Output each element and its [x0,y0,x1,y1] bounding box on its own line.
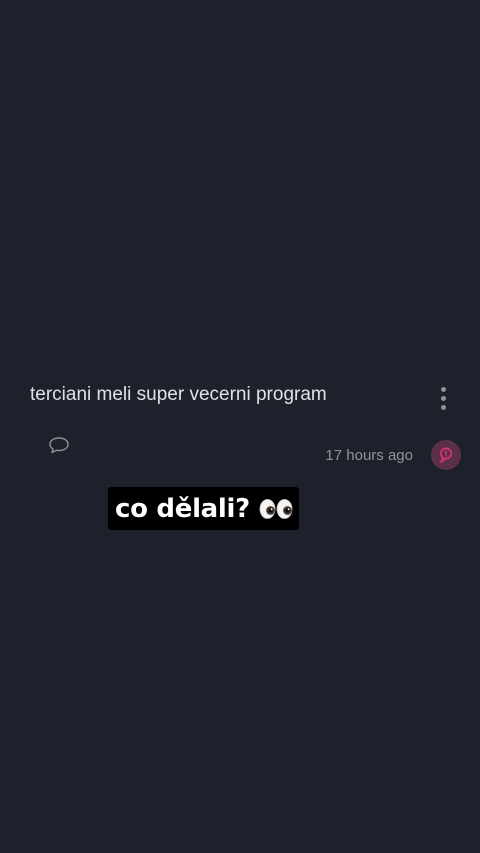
comment-bubble-icon [49,437,69,454]
story-screen: terciani meli super vecerni program 17 h… [0,0,480,853]
user-avatar-icon [440,447,452,463]
author-avatar[interactable] [431,440,461,470]
caption-text: co dělali? [115,493,250,524]
more-vertical-icon-dot [440,404,446,410]
post-timestamp: 17 hours ago [325,447,413,464]
story-caption: co dělali? [108,487,299,530]
post-text: terciani meli super vecerni program [30,384,327,405]
comment-button[interactable] [46,434,72,458]
more-options-button[interactable] [430,380,456,416]
more-vertical-icon [440,386,446,392]
more-vertical-icon-dot [440,395,446,401]
eyes-emoji-icon [259,498,293,520]
